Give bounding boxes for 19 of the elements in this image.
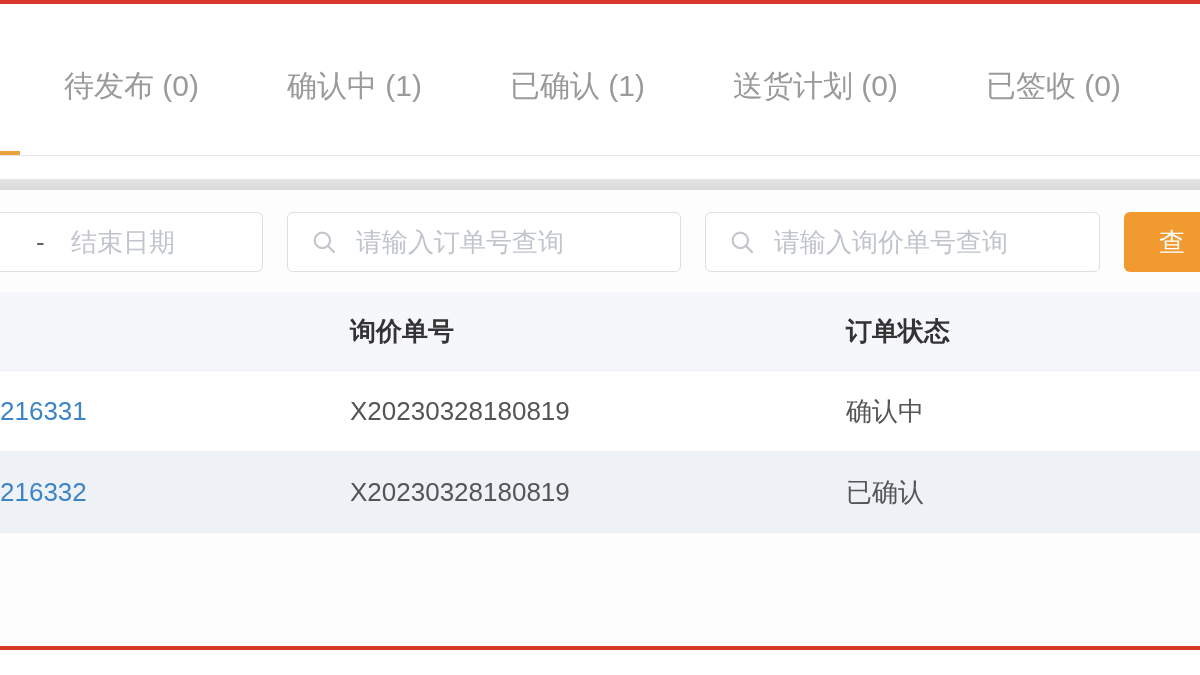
tab[interactable]: 确认中 (1) [243, 4, 466, 155]
table-cell: X20230328180819 [350, 395, 570, 427]
table-cell: X20230328180819 [350, 476, 570, 508]
tab[interactable]: 已签收 (0) [942, 4, 1165, 155]
table-cell-text: 确认中 [846, 394, 924, 428]
tab[interactable]: 待发布 (0) [20, 4, 243, 155]
column-header: 询价单号 [350, 314, 454, 348]
search-field[interactable]: 请输入询价单号查询 [705, 212, 1100, 272]
tab[interactable]: 送货计划 (0) [689, 4, 942, 155]
query-button[interactable]: 查 [1124, 212, 1200, 272]
tab[interactable]: 已确认 (1) [466, 4, 689, 155]
search-icon [731, 231, 753, 253]
search-field[interactable]: 请输入订单号查询 [287, 212, 681, 272]
order-link[interactable]: 216332 [0, 476, 87, 508]
table-cell-text: 已确认 [846, 475, 924, 509]
column-header: 订单状态 [846, 314, 950, 348]
order-link[interactable]: 216331 [0, 395, 87, 427]
search-icon [313, 231, 335, 253]
range-separator: - [36, 227, 45, 258]
